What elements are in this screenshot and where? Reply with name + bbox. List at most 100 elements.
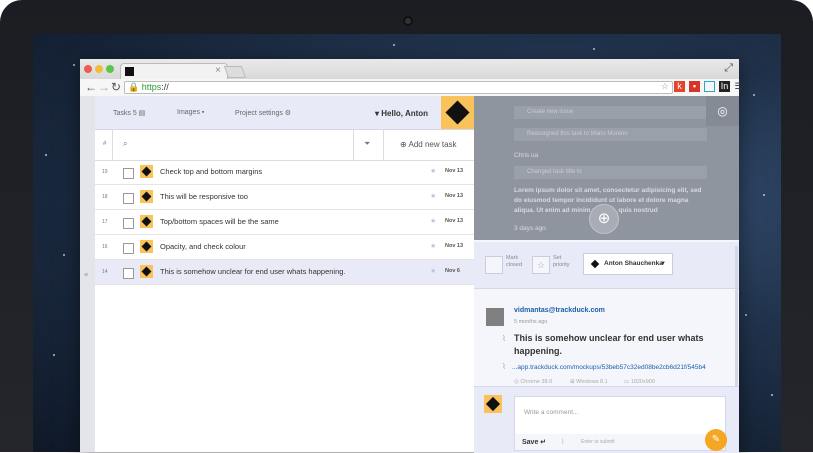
user-menu[interactable]: ▾ Hello, Anton (375, 109, 428, 118)
add-task-button[interactable]: ⊕ Add new task (400, 140, 457, 149)
trackduck-logo-icon[interactable]: ◎ (706, 96, 739, 126)
task-date: Nov 13 (445, 243, 464, 249)
forward-arrow-icon[interactable]: → (98, 80, 110, 94)
mockup-link[interactable]: ...app.trackduck.com/mockups/53beb57c32e… (512, 364, 724, 371)
filter-bar: # ⌕ ⏷ ⊕ Add new task (95, 130, 474, 161)
filter-icon[interactable]: ⏷ (364, 139, 370, 149)
close-window-button[interactable] (84, 65, 92, 73)
menu-icon[interactable]: ☰ (733, 81, 744, 92)
task-number: 14 (102, 269, 108, 275)
diamond-logo-icon (141, 191, 152, 202)
minimize-window-button[interactable] (95, 65, 103, 73)
search-icon[interactable]: ⌕ (123, 139, 127, 149)
sort-by-number[interactable]: # (103, 141, 106, 147)
task-author-avatar (140, 215, 153, 228)
nav-images[interactable]: Images ▪ (177, 109, 204, 116)
task-checkbox[interactable] (123, 168, 134, 179)
new-tab-button[interactable] (223, 66, 247, 78)
commenter-avatar (486, 308, 504, 326)
activity-item: Chris ua (514, 152, 539, 159)
add-circle-button[interactable]: ⊕ (589, 204, 619, 234)
resolution-info: ▭ 1920x900 (624, 379, 655, 385)
back-arrow-icon[interactable]: ← (85, 80, 97, 94)
browser-titlebar: × ⤢ (80, 59, 739, 80)
diamond-logo-icon (141, 216, 152, 227)
url-scheme: https (141, 82, 162, 92)
tab-close-icon[interactable]: × (215, 65, 221, 76)
browser-toolbar: ← → ↻ 🔒 https:// ☆ k ▪ In ☰ (80, 79, 743, 97)
task-number: 19 (102, 169, 108, 175)
mark-closed-checkbox[interactable] (485, 256, 503, 274)
extension-dark-icon[interactable]: In (719, 81, 730, 92)
save-button[interactable]: Save ↵ (522, 438, 546, 446)
diamond-logo-icon (445, 100, 470, 125)
comment-time: 5 months ago (514, 319, 548, 325)
commenter-email[interactable]: vidmantas@trackduck.com (514, 307, 605, 314)
attach-icon[interactable]: ⌇ (561, 438, 564, 446)
url-rest: :// (161, 82, 169, 92)
diamond-logo-icon (141, 241, 152, 252)
task-list-pane: Tasks 5 ▤ Images ▪ Project settings ⚙ ▾ … (95, 96, 475, 452)
screen-capture-icon[interactable] (704, 81, 715, 92)
task-date: Nov 13 (445, 193, 464, 199)
star-icon[interactable]: ★ (430, 192, 436, 200)
app-content: Tasks 5 ▤ Images ▪ Project settings ⚙ ▾ … (95, 96, 739, 453)
diamond-logo-icon (141, 166, 152, 177)
star-icon[interactable]: ★ (430, 217, 436, 225)
bookmark-star-icon[interactable]: ☆ (661, 81, 669, 92)
task-title: Top/bottom spaces will be the same (160, 217, 279, 226)
task-checkbox[interactable] (123, 268, 134, 279)
assignee-avatar-icon (590, 259, 600, 269)
task-row[interactable]: 16 Opacity, and check colour ★ Nov 13 (95, 235, 474, 260)
tab-favicon-icon (125, 67, 134, 76)
browser-info: ◎ Chrome 38.0 (514, 379, 553, 385)
task-row[interactable]: 17 Top/bottom spaces will be the same ★ Nov… (95, 210, 474, 235)
extension-k-icon[interactable]: k (674, 81, 685, 92)
task-row[interactable]: 14 This is somehow unclear for end user w… (95, 260, 474, 285)
maximize-window-button[interactable] (106, 65, 114, 73)
comment-input[interactable]: Write a comment... (514, 396, 726, 435)
nav-project-settings[interactable]: Project settings ⚙ (235, 109, 291, 117)
comment-title: This is somehow unclear for end user wha… (514, 333, 704, 356)
extension-red-icon[interactable]: ▪ (689, 81, 700, 92)
task-date: Nov 13 (445, 218, 464, 224)
task-row[interactable]: 19 Check top and bottom margins ★ Nov 13 (95, 160, 474, 185)
paperclip-icon: ⌇ (502, 334, 506, 343)
submit-hint: Enter to submit (581, 439, 615, 445)
task-checkbox[interactable] (123, 243, 134, 254)
task-title: Opacity, and check colour (160, 242, 246, 251)
activity-item: Changed task title to (514, 166, 707, 179)
task-title: Check top and bottom margins (160, 167, 263, 176)
task-title: This is somehow unclear for end user wha… (160, 267, 346, 276)
nav-tasks[interactable]: Tasks 5 ▤ (113, 109, 145, 117)
set-priority-star-icon[interactable]: ☆ (532, 256, 550, 274)
feedback-button[interactable]: ✎ (705, 429, 727, 451)
task-number: 18 (102, 194, 108, 200)
task-row[interactable]: 18 This will be responsive too ★ Nov 13 (95, 185, 474, 210)
browser-tab[interactable]: × (120, 63, 228, 80)
side-gutter: ≡ (80, 96, 95, 452)
top-navigation: Tasks 5 ▤ Images ▪ Project settings ⚙ ▾ … (95, 96, 474, 130)
set-priority-label: Set priority (553, 255, 570, 268)
address-bar[interactable]: 🔒 https:// ☆ (124, 81, 673, 94)
task-date: Nov 13 (445, 168, 464, 174)
activity-overlay: Create new issue Reassigned this task to… (474, 96, 739, 240)
assignee-select[interactable]: Anton Shauchenka ▼ (583, 253, 673, 275)
mark-closed-label: Mark closed (506, 255, 522, 268)
link-icon: ⌇ (502, 362, 506, 371)
star-icon[interactable]: ★ (430, 242, 436, 250)
comment-composer: Write a comment... Save ↵ ⌇ Enter to sub… (474, 386, 739, 453)
task-author-avatar (140, 265, 153, 278)
task-checkbox[interactable] (123, 218, 134, 229)
task-checkbox[interactable] (123, 193, 134, 204)
fullscreen-icon[interactable]: ⤢ (724, 62, 733, 75)
task-detail-pane: Create new issue Reassigned this task to… (474, 96, 739, 453)
star-icon[interactable]: ★ (430, 267, 436, 275)
user-avatar[interactable] (441, 96, 474, 129)
reload-icon[interactable]: ↻ (111, 80, 121, 94)
star-icon[interactable]: ★ (430, 167, 436, 175)
task-date: Nov 6 (445, 268, 460, 274)
detail-scrollbar[interactable] (735, 246, 738, 386)
drag-handle-icon[interactable]: ≡ (84, 272, 88, 279)
task-title: This will be responsive too (160, 192, 248, 201)
